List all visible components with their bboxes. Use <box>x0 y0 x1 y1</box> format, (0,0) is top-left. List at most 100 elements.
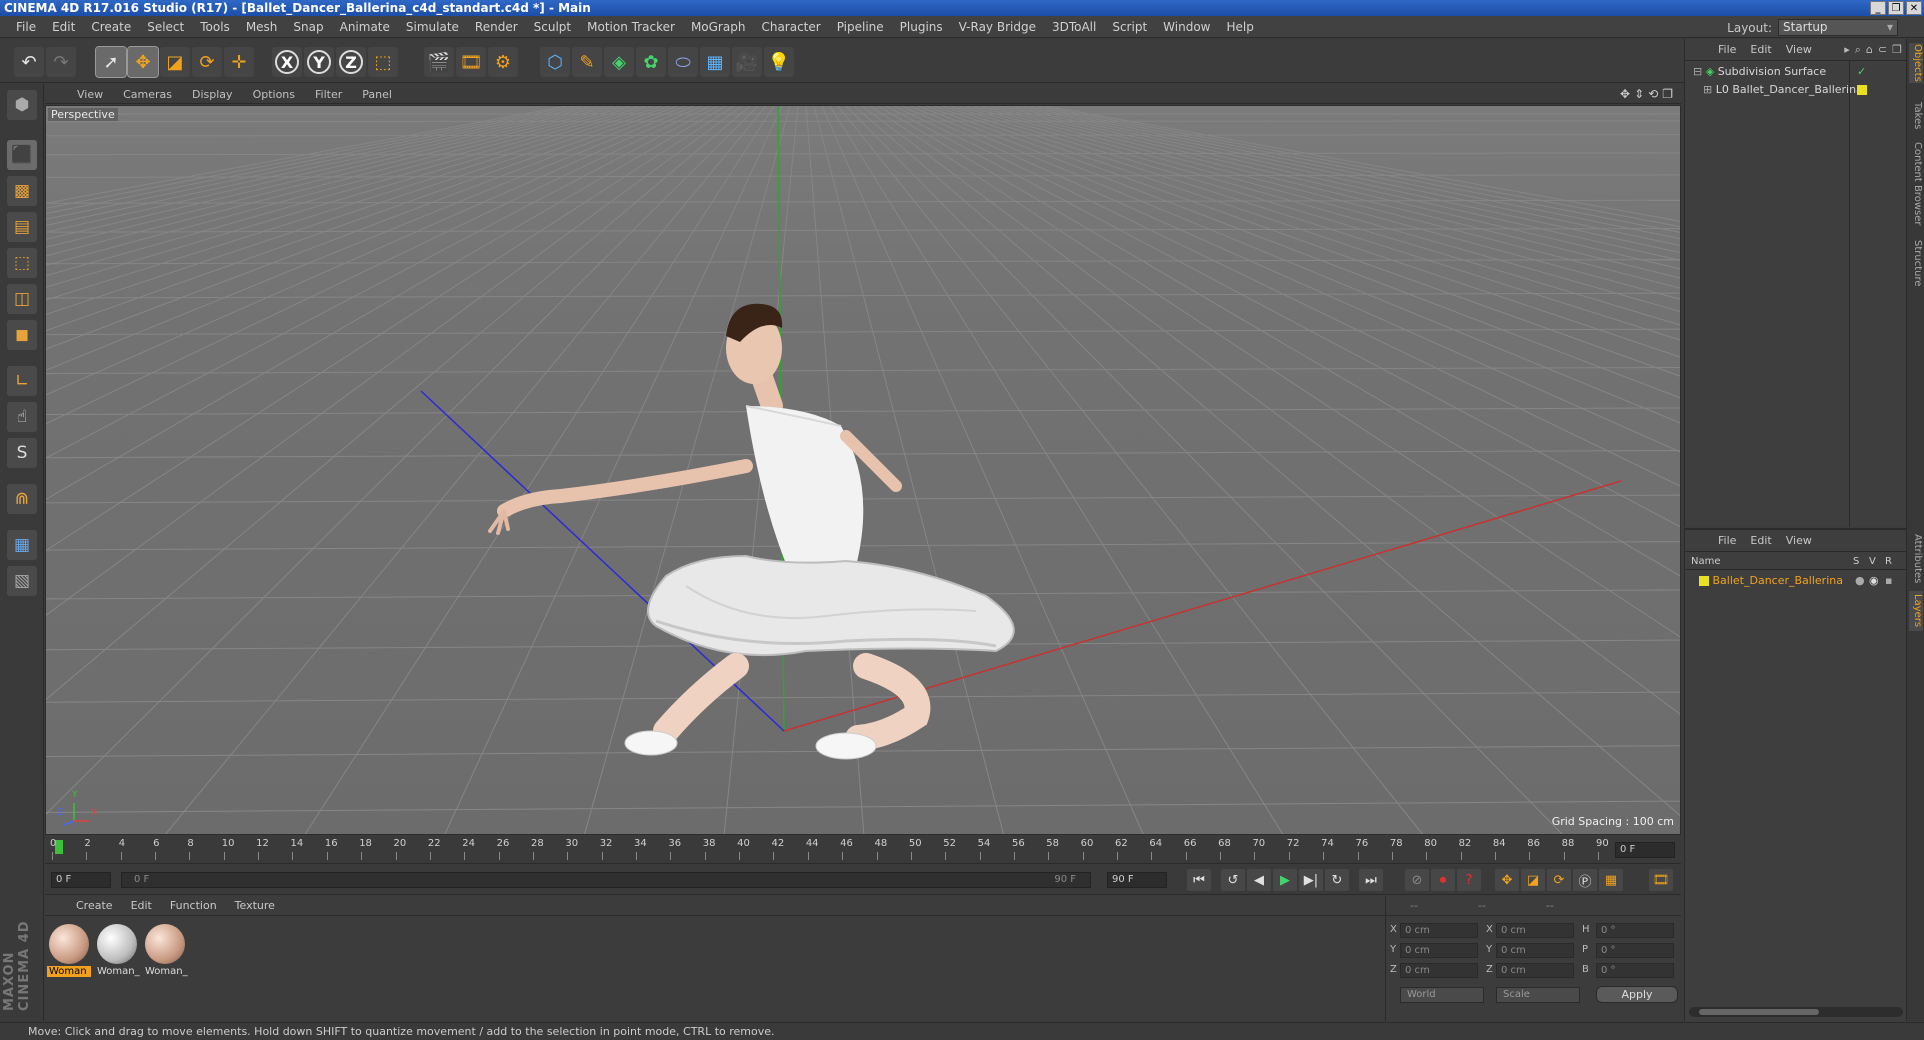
rotation-b-field[interactable]: 0 ° <box>1596 963 1674 978</box>
search-icon[interactable]: ⌕ <box>1855 43 1861 57</box>
points-mode-icon[interactable]: ⬚ <box>7 248 37 278</box>
edges-mode-icon[interactable]: ◫ <box>7 284 37 314</box>
layer-color-swatch[interactable] <box>1857 85 1867 95</box>
size-y-field[interactable]: 0 cm <box>1496 943 1574 958</box>
snap-magnet-icon[interactable]: ⋒ <box>7 484 37 514</box>
menu-file[interactable]: File <box>8 20 44 34</box>
layer-lock-icon[interactable]: ▦ <box>7 530 37 560</box>
deformer-icon[interactable]: ⬭ <box>668 47 698 77</box>
x-axis-icon[interactable]: X <box>272 47 302 77</box>
redo-icon[interactable]: ↷ <box>46 47 76 77</box>
minimize-button[interactable]: _ <box>1870 1 1886 15</box>
floor-icon[interactable]: ▦ <box>700 47 730 77</box>
menu-sculpt[interactable]: Sculpt <box>526 20 579 34</box>
home-icon[interactable]: ⌂ <box>1866 43 1873 57</box>
position-y-field[interactable]: 0 cm <box>1400 943 1478 958</box>
perspective-viewport[interactable]: Y X Z Perspective Grid Spacing : 100 cm <box>45 105 1681 835</box>
goto-start-button[interactable]: ⏮ <box>1187 869 1211 891</box>
lm-file-menu[interactable]: File <box>1711 534 1743 547</box>
key-rotation-icon[interactable]: ⟳ <box>1547 869 1571 891</box>
scale-icon[interactable]: ◪ <box>160 47 190 77</box>
material-item[interactable]: Woman_ <box>95 922 140 984</box>
layout-dropdown[interactable]: Startup <box>1778 19 1898 36</box>
pen-spline-icon[interactable]: ✎ <box>572 47 602 77</box>
next-frame-button[interactable]: ▶| <box>1299 869 1323 891</box>
enabled-check-icon[interactable]: ✓ <box>1857 63 1866 81</box>
layer-row[interactable]: Ballet_Dancer_Ballerina ● ◉ ▪ <box>1685 572 1907 590</box>
menu-pipeline[interactable]: Pipeline <box>829 20 892 34</box>
viewport-menu-view[interactable]: View <box>67 88 113 101</box>
size-z-field[interactable]: 0 cm <box>1496 963 1574 978</box>
arrow-right-icon[interactable]: ▸ <box>1844 43 1850 57</box>
menu-v-ray-bridge[interactable]: V-Ray Bridge <box>951 20 1044 34</box>
goto-end-button[interactable]: ⏭ <box>1359 869 1383 891</box>
scrollbar-thumb[interactable] <box>1699 1009 1819 1015</box>
viewport-menu-panel[interactable]: Panel <box>352 88 402 101</box>
viewport-menu-options[interactable]: Options <box>243 88 305 101</box>
material-item[interactable]: Woman_ <box>143 922 188 984</box>
current-frame-field[interactable]: 0 F <box>1615 842 1675 858</box>
timeline-ruler[interactable]: 0 2 4 6 8 10 12 14 16 18 20 22 24 26 28 30 32 34 36 38 40 42 4… <box>45 836 1681 864</box>
record-keys-icon[interactable]: ⊘ <box>1405 869 1429 891</box>
close-button[interactable]: ✕ <box>1906 1 1922 15</box>
material-menu-edit[interactable]: Edit <box>122 899 161 912</box>
render-icon[interactable]: ▪ <box>1885 572 1892 590</box>
model-mode-icon[interactable]: ⬛ <box>7 140 37 170</box>
coordinate-system-icon[interactable]: ⬚ <box>368 47 398 77</box>
y-axis-icon[interactable]: Y <box>304 47 334 77</box>
render-view-icon[interactable]: 🎬 <box>424 47 454 77</box>
menu-window[interactable]: Window <box>1155 20 1218 34</box>
horizontal-scrollbar[interactable] <box>1689 1007 1903 1017</box>
render-settings-icon[interactable]: ⚙ <box>488 47 518 77</box>
menu-render[interactable]: Render <box>467 20 526 34</box>
position-z-field[interactable]: 0 cm <box>1400 963 1478 978</box>
om-edit-menu[interactable]: Edit <box>1743 43 1778 56</box>
object-row[interactable]: ⊞ L0 Ballet_Dancer_Ballerina <box>1685 81 1907 99</box>
zoom-view-icon[interactable]: ⇕ <box>1634 87 1644 101</box>
cube-primitive-icon[interactable]: ⬡ <box>540 47 570 77</box>
next-key-button[interactable]: ↻ <box>1325 869 1349 891</box>
position-x-field[interactable]: 0 cm <box>1400 923 1478 938</box>
menu-edit[interactable]: Edit <box>44 20 83 34</box>
lm-view-menu[interactable]: View <box>1779 534 1819 547</box>
viewport-menu-filter[interactable]: Filter <box>305 88 352 101</box>
rotation-h-field[interactable]: 0 ° <box>1596 923 1674 938</box>
live-selection-icon[interactable]: ➚ <box>95 46 127 78</box>
expand-icon[interactable]: ⊞ <box>1703 83 1712 96</box>
material-menu-texture[interactable]: Texture <box>226 899 284 912</box>
texture-mode-icon[interactable]: ▩ <box>7 176 37 206</box>
key-parameter-icon[interactable]: Ⓟ <box>1573 869 1597 891</box>
collapse-icon[interactable]: ⊟ <box>1693 65 1702 78</box>
cloner-icon[interactable]: ✿ <box>636 47 666 77</box>
tab-content-browser[interactable]: Content Browser <box>1909 139 1923 229</box>
material-item[interactable]: Woman <box>47 922 91 984</box>
viewport-menu-display[interactable]: Display <box>182 88 243 101</box>
play-button[interactable]: ▶ <box>1273 869 1297 891</box>
maximize-button[interactable]: ❐ <box>1888 1 1904 15</box>
link-icon[interactable]: ⊂ <box>1878 43 1887 57</box>
end-frame-field[interactable]: 90 F <box>1107 872 1167 888</box>
material-menu-function[interactable]: Function <box>161 899 226 912</box>
menu-script[interactable]: Script <box>1104 20 1155 34</box>
autokey-icon[interactable]: ⏺ <box>1431 869 1455 891</box>
key-pla-icon[interactable]: ▦ <box>1599 869 1623 891</box>
light-icon[interactable]: 💡 <box>764 47 794 77</box>
timeline-window-icon[interactable]: 🎞 <box>1649 869 1673 891</box>
tab-structure[interactable]: Structure <box>1909 235 1923 291</box>
menu-create[interactable]: Create <box>83 20 139 34</box>
frame-range-slider[interactable]: 0 F 90 F <box>121 872 1091 888</box>
make-editable-icon[interactable]: ⬢ <box>7 90 37 120</box>
apply-button[interactable]: Apply <box>1596 986 1678 1003</box>
size-x-field[interactable]: 0 cm <box>1496 923 1574 938</box>
menu-select[interactable]: Select <box>139 20 192 34</box>
menu-motion-tracker[interactable]: Motion Tracker <box>579 20 683 34</box>
transform-mode-dropdown[interactable]: Scale <box>1496 987 1580 1003</box>
menu-animate[interactable]: Animate <box>332 20 398 34</box>
material-menu-create[interactable]: Create <box>67 899 122 912</box>
solo-icon[interactable]: S <box>7 438 37 468</box>
keyframe-selection-icon[interactable]: ? <box>1457 869 1481 891</box>
axis-mode-icon[interactable]: ∟ <box>7 366 37 396</box>
tab-takes[interactable]: Takes <box>1909 99 1923 133</box>
render-picture-viewer-icon[interactable]: 🎞 <box>456 47 486 77</box>
menu-mograph[interactable]: MoGraph <box>683 20 754 34</box>
